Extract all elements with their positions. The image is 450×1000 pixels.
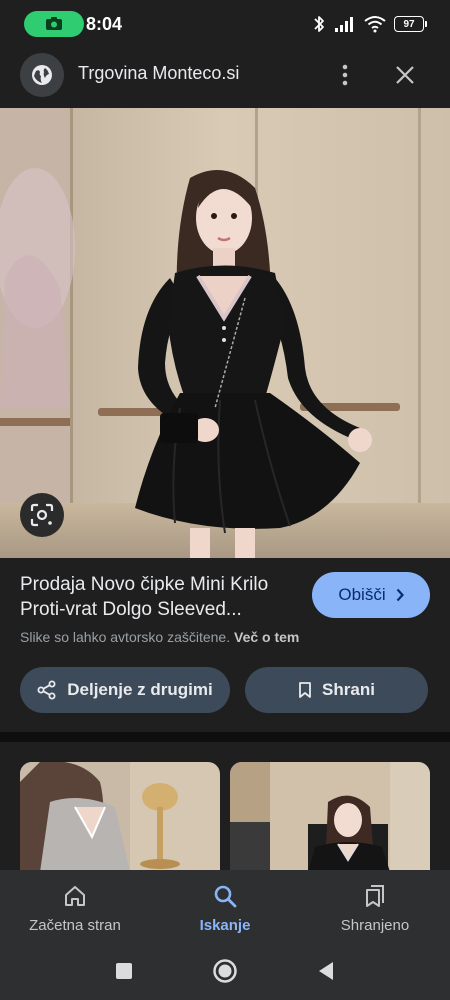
lens-search-button[interactable] <box>20 493 64 537</box>
site-title[interactable]: Trgovina Monteco.si <box>78 63 239 84</box>
site-favicon <box>20 53 64 97</box>
result-title-line-1[interactable]: Prodaja Novo čipke Mini Krilo <box>20 574 305 596</box>
related-photo-2 <box>230 762 430 872</box>
learn-more-link[interactable]: Več o tem <box>234 629 299 645</box>
copyright-notice: Slike so lahko avtorsko zaščitene. Več o… <box>20 629 299 645</box>
lens-icon <box>30 503 54 527</box>
chevron-right-icon <box>396 588 404 602</box>
back-triangle-icon <box>319 962 333 980</box>
close-icon <box>396 66 414 84</box>
nav-home-label: Začetna stran <box>29 917 121 934</box>
saved-icon <box>366 885 384 907</box>
nav-search-label: Iskanje <box>199 917 251 934</box>
share-icon <box>37 680 56 700</box>
home-system-button[interactable] <box>208 954 242 988</box>
battery-level: 97 <box>403 18 415 30</box>
nav-saved[interactable]: Shranjeno <box>300 870 450 942</box>
related-photo-1 <box>20 762 220 872</box>
more-vert-icon <box>342 64 348 86</box>
result-title-line-2[interactable]: Proti-vrat Dolgo Sleeved... <box>20 599 305 621</box>
camera-in-use-indicator[interactable] <box>24 11 84 37</box>
search-icon <box>214 885 237 908</box>
page-header: Trgovina Monteco.si <box>0 48 450 108</box>
close-button[interactable] <box>390 59 420 91</box>
bottom-navigation: Začetna stran Iskanje Shranjeno <box>0 870 450 942</box>
save-button[interactable]: Shrani <box>245 667 428 713</box>
nav-saved-label: Shranjeno <box>340 917 410 934</box>
camera-icon <box>46 17 62 30</box>
related-image-2[interactable] <box>230 762 430 872</box>
battery-icon: 97 <box>394 16 427 32</box>
section-divider <box>0 732 450 742</box>
circle-icon <box>213 959 237 983</box>
globe-icon <box>32 65 52 85</box>
bookmark-icon <box>299 682 311 698</box>
status-bar: 8:04 97 <box>0 0 450 48</box>
visit-button[interactable]: Obišči <box>312 572 430 618</box>
nav-home[interactable]: Začetna stran <box>0 870 150 942</box>
share-button-label: Deljenje z drugimi <box>67 680 213 699</box>
copyright-text: Slike so lahko avtorsko zaščitene. <box>20 629 231 645</box>
share-button[interactable]: Deljenje z drugimi <box>20 667 230 713</box>
home-icon <box>65 886 85 906</box>
recent-apps-button[interactable] <box>107 954 141 988</box>
related-image-1[interactable] <box>20 762 220 872</box>
clock: 8:04 <box>86 14 123 34</box>
square-icon <box>116 963 132 979</box>
product-photo <box>0 108 450 558</box>
bluetooth-icon <box>314 16 324 32</box>
signal-icon <box>335 17 353 32</box>
more-options-button[interactable] <box>330 59 360 91</box>
back-button[interactable] <box>309 954 343 988</box>
wifi-icon <box>364 16 386 33</box>
system-navigation-bar <box>0 942 450 1000</box>
save-button-label: Shrani <box>322 680 375 699</box>
visit-button-label: Obišči <box>338 585 386 604</box>
status-icons: 97 <box>312 13 427 35</box>
nav-search[interactable]: Iskanje <box>150 870 300 942</box>
product-image[interactable] <box>0 108 450 558</box>
